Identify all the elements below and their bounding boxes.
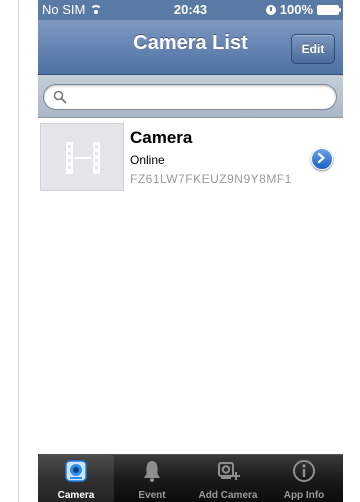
battery-percent: 100% [279, 2, 313, 17]
search-icon [53, 90, 67, 104]
film-icon [66, 142, 100, 174]
edit-button[interactable]: Edit [291, 34, 335, 64]
app-screen: No SIM 20:43 100% Camera List Edit Camer… [38, 0, 343, 502]
chevron-right-icon [317, 153, 325, 163]
tab-label: App Info [283, 490, 325, 501]
tab-event[interactable]: Event [114, 455, 190, 502]
tab-add-camera[interactable]: Add Camera [190, 455, 266, 502]
search-input[interactable] [72, 87, 331, 109]
info-icon [293, 460, 315, 482]
status-bar: No SIM 20:43 100% [38, 0, 343, 20]
camera-thumbnail [40, 123, 124, 191]
add-camera-icon [218, 462, 240, 480]
camera-list-item[interactable]: Camera Online FZ61LW7FKEUZ9N9Y8MF1 [38, 118, 343, 196]
tab-app-info[interactable]: App Info [266, 455, 342, 502]
detail-disclosure-button[interactable] [311, 148, 333, 170]
tab-label: Camera [57, 490, 95, 501]
tab-bar: Camera Event Add Camera App Info [38, 454, 343, 502]
tab-label: Add Camera [198, 490, 258, 501]
search-field[interactable] [43, 84, 337, 110]
camera-name: Camera [130, 128, 193, 147]
alarm-icon [265, 5, 276, 15]
tab-label: Event [138, 490, 166, 501]
camera-icon [65, 460, 87, 482]
search-bar [38, 75, 343, 118]
camera-status: Online [130, 153, 165, 167]
battery-icon [317, 5, 341, 15]
tab-camera[interactable]: Camera [38, 455, 114, 502]
camera-id: FZ61LW7FKEUZ9N9Y8MF1 [130, 172, 292, 186]
bell-icon [144, 461, 160, 482]
navigation-bar: Camera List Edit [38, 20, 343, 75]
